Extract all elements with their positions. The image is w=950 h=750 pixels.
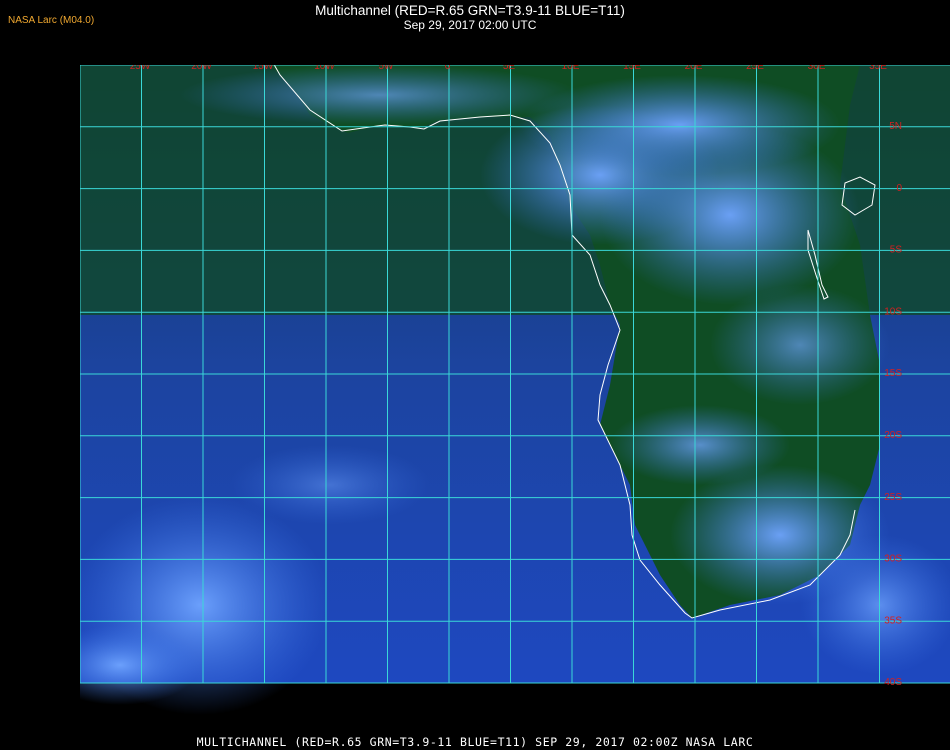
lat-label: 5S — [890, 245, 903, 256]
lat-label: 30S — [884, 554, 902, 565]
lon-label: 5E — [503, 65, 516, 72]
lat-label: 25S — [884, 492, 902, 503]
lon-label: 15E — [623, 65, 641, 72]
lon-label: 25E — [746, 65, 764, 72]
lat-label: 5N — [889, 121, 902, 132]
lon-label: 25W — [130, 65, 151, 72]
lat-label: 35S — [884, 615, 902, 626]
lon-label: 30E — [808, 65, 826, 72]
lat-label: 15S — [884, 368, 902, 379]
lat-label: 10S — [884, 306, 902, 317]
lon-label: 20E — [685, 65, 703, 72]
lat-label: 20S — [884, 430, 902, 441]
lon-label: 0 — [445, 65, 451, 72]
lon-label: 5W — [379, 65, 395, 72]
image-timestamp: Sep 29, 2017 02:00 UTC — [403, 18, 537, 32]
lon-label: 10E — [562, 65, 580, 72]
lon-label: 20W — [191, 65, 212, 72]
lon-label: 35E — [869, 65, 887, 72]
footer-caption: MULTICHANNEL (RED=R.65 GRN=T3.9-11 BLUE=… — [196, 735, 754, 749]
lon-label: 10W — [314, 65, 335, 72]
lat-label: 0 — [896, 183, 902, 194]
lon-label: 15W — [253, 65, 274, 72]
map-canvas: 25W 20W 15W 10W 5W 0 5E 10E 15E 20E 25E 30E 35E 5N 0 5… — [80, 65, 950, 715]
satellite-map[interactable]: 25W 20W 15W 10W 5W 0 5E 10E 15E 20E 25E 30E 35E 5N 0 5… — [80, 65, 950, 727]
image-title: Multichannel (RED=R.65 GRN=T3.9-11 BLUE=… — [315, 3, 625, 18]
lat-label: 40S — [884, 677, 902, 688]
